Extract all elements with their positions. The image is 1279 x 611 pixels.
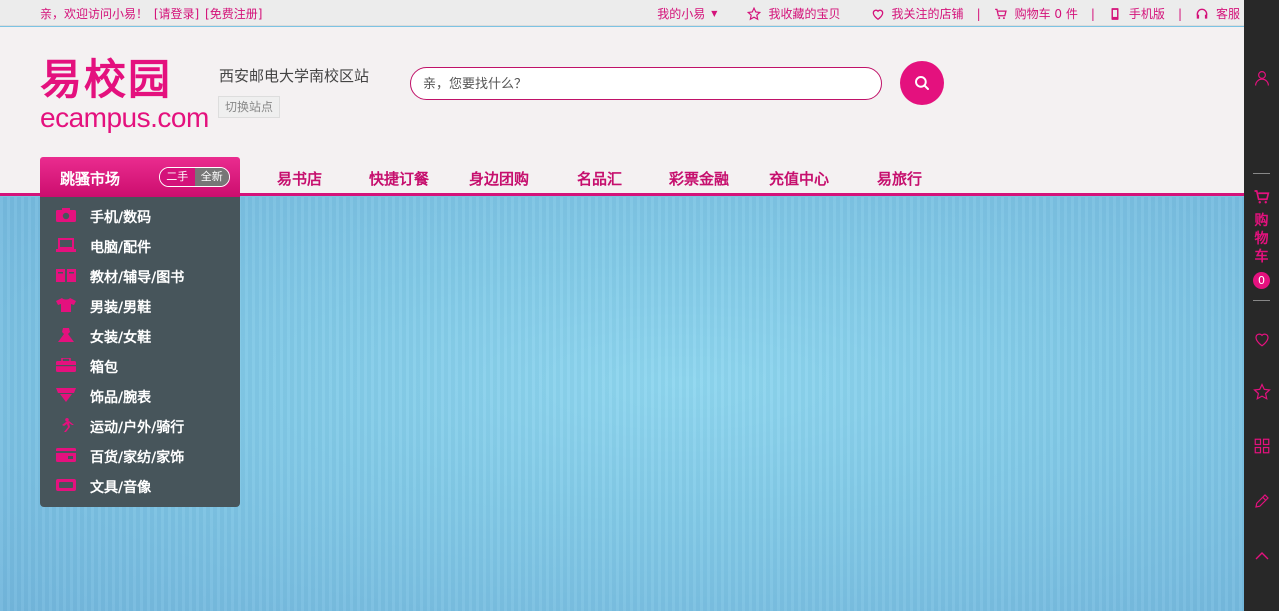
- category-item[interactable]: 女装/女鞋: [40, 320, 240, 350]
- my-account-label: 我的小易: [657, 7, 706, 21]
- shirt-icon: [56, 298, 76, 312]
- bag-icon: [56, 358, 76, 372]
- category-label: 运动/户外/骑行: [90, 420, 185, 436]
- divider: |: [1090, 6, 1095, 21]
- category-label: 手机/数码: [90, 210, 152, 226]
- star-icon: [1252, 383, 1271, 400]
- logo[interactable]: 易校园 ecampus.com: [40, 57, 210, 137]
- my-account-menu[interactable]: 我的小易 ▼: [657, 5, 717, 22]
- star-icon: [747, 6, 762, 20]
- top-links: 我的小易 ▼ | 我收藏的宝贝 | 我关注的店铺 | 购物车 0 件 | 手机版…: [657, 5, 1240, 22]
- toggle-new[interactable]: 全新: [194, 168, 229, 186]
- register-link[interactable]: [免费注册]: [205, 7, 262, 21]
- category-label: 箱包: [90, 360, 118, 376]
- service-label: 客服: [1215, 7, 1240, 21]
- right-sidebar: 购物车 0: [1244, 0, 1279, 611]
- category-item[interactable]: 手机/数码: [40, 200, 240, 230]
- followed-shops-link[interactable]: 我关注的店铺: [871, 5, 964, 22]
- category-menu: 手机/数码 电脑/配件 教材/辅导/图书 男装/男鞋 女装/女鞋 箱包 饰品/腕…: [40, 197, 240, 507]
- laptop-icon: [56, 238, 76, 252]
- sidebar-cart-button[interactable]: [1244, 188, 1279, 206]
- qr-code-icon: [1254, 438, 1269, 454]
- sidebar-cart-text: 购物车: [1254, 213, 1269, 265]
- category-item[interactable]: 箱包: [40, 350, 240, 380]
- sidebar-edit-button[interactable]: [1244, 492, 1279, 510]
- camera-icon: [56, 208, 76, 222]
- divider: |: [1177, 6, 1182, 21]
- market-tab[interactable]: 跳骚市场 二手 全新: [40, 157, 240, 197]
- toggle-used[interactable]: 二手: [160, 168, 195, 186]
- cart-count-badge: 0: [1253, 272, 1270, 289]
- cart-icon: [1254, 190, 1269, 204]
- stationery-icon: [56, 479, 76, 491]
- mobile-link[interactable]: 手机版: [1108, 5, 1165, 22]
- sidebar-heart-button[interactable]: [1244, 330, 1279, 348]
- category-label: 电脑/配件: [90, 240, 152, 256]
- service-link[interactable]: 客服: [1195, 5, 1240, 22]
- user-button[interactable]: [1244, 69, 1279, 87]
- nav-item-groupbuy[interactable]: 身边团购: [469, 168, 529, 189]
- category-item[interactable]: 运动/户外/骑行: [40, 410, 240, 440]
- category-label: 饰品/腕表: [90, 390, 152, 406]
- jewelry-icon: [56, 388, 76, 402]
- dress-icon: [58, 328, 74, 342]
- site-name: 西安邮电大学南校区站: [219, 67, 370, 85]
- chevron-up-icon: [1255, 552, 1268, 560]
- welcome-area: 亲，欢迎访问小易！ [请登录] [免费注册]: [40, 5, 264, 22]
- condition-toggle: 二手 全新: [159, 167, 230, 187]
- search-icon: [915, 76, 929, 90]
- category-item[interactable]: 饰品/腕表: [40, 380, 240, 410]
- divider: [1253, 173, 1270, 174]
- category-label: 百货/家纺/家饰: [90, 450, 185, 466]
- divider: [1253, 300, 1270, 301]
- category-label: 男装/男鞋: [90, 300, 152, 316]
- category-item[interactable]: 百货/家纺/家饰: [40, 440, 240, 470]
- back-to-top-button[interactable]: [1244, 547, 1279, 565]
- sidebar-cart-label: 购物车: [1244, 212, 1279, 266]
- divider: |: [976, 6, 981, 21]
- switch-site-button[interactable]: 切换站点: [218, 96, 281, 118]
- sidebar-star-button[interactable]: [1244, 383, 1279, 401]
- search-button[interactable]: [900, 61, 944, 105]
- nav-item-brands[interactable]: 名品汇: [577, 168, 622, 189]
- nav-item-recharge[interactable]: 充值中心: [769, 168, 829, 189]
- top-bar: 亲，欢迎访问小易！ [请登录] [免费注册] 我的小易 ▼ | 我收藏的宝贝 |…: [0, 0, 1244, 26]
- search-input[interactable]: [423, 74, 863, 94]
- sidebar-qr-button[interactable]: [1244, 437, 1279, 455]
- book-icon: [56, 269, 76, 282]
- runner-icon: [62, 418, 74, 432]
- mobile-label: 手机版: [1128, 7, 1165, 21]
- login-link[interactable]: [请登录]: [154, 7, 199, 21]
- category-item[interactable]: 文具/音像: [40, 470, 240, 500]
- followed-shops-label: 我关注的店铺: [891, 7, 964, 21]
- category-label: 女装/女鞋: [90, 330, 152, 346]
- favorites-label: 我收藏的宝贝: [768, 7, 841, 21]
- cart-icon: [994, 8, 1007, 19]
- mobile-icon: [1111, 7, 1119, 20]
- user-icon: [1254, 71, 1269, 86]
- heart-icon: [1254, 333, 1269, 347]
- logo-cn: 易校园: [40, 55, 173, 104]
- nav-item-bookstore[interactable]: 易书店: [277, 168, 322, 189]
- category-label: 教材/辅导/图书: [90, 270, 185, 286]
- favorites-link[interactable]: 我收藏的宝贝: [747, 5, 841, 22]
- category-item[interactable]: 电脑/配件: [40, 230, 240, 260]
- chevron-down-icon: ▼: [711, 9, 718, 18]
- pencil-icon: [1254, 494, 1269, 508]
- category-item[interactable]: 教材/辅导/图书: [40, 260, 240, 290]
- nav-item-food[interactable]: 快捷订餐: [369, 168, 429, 189]
- cart-link[interactable]: 购物车 0 件: [994, 5, 1078, 22]
- category-label: 文具/音像: [90, 480, 152, 496]
- nav-item-lottery[interactable]: 彩票金融: [669, 168, 729, 189]
- search-box: [410, 67, 882, 100]
- cart-label: 购物车 0 件: [1014, 7, 1078, 21]
- logo-en: ecampus.com: [40, 102, 209, 133]
- nav-item-travel[interactable]: 易旅行: [877, 168, 922, 189]
- welcome-text: 亲，欢迎访问小易！: [40, 7, 149, 21]
- market-title: 跳骚市场: [60, 170, 121, 188]
- heart-icon: [872, 9, 883, 20]
- category-item[interactable]: 男装/男鞋: [40, 290, 240, 320]
- headset-icon: [1196, 8, 1208, 19]
- home-icon: [56, 448, 76, 462]
